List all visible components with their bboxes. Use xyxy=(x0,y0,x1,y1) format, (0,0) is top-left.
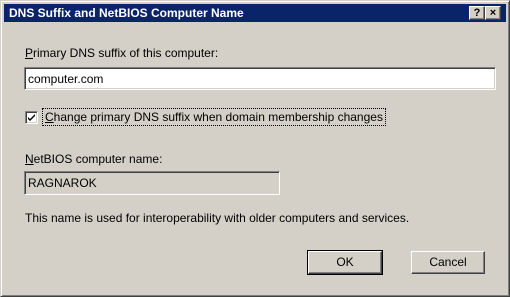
close-button[interactable]: × xyxy=(485,6,501,20)
title-bar[interactable]: DNS Suffix and NetBIOS Computer Name ? × xyxy=(4,4,506,22)
netbios-label-text: etBIOS computer name: xyxy=(33,152,163,166)
dns-suffix-label: Primary DNS suffix of this computer: xyxy=(25,46,218,60)
netbios-label: NetBIOS computer name: xyxy=(25,152,162,166)
help-button[interactable]: ? xyxy=(469,6,485,20)
dns-suffix-label-text: rimary DNS suffix of this computer: xyxy=(33,46,219,60)
change-suffix-label-text: hange primary DNS suffix when domain mem… xyxy=(53,110,383,124)
dns-suffix-label-mnemonic: P xyxy=(25,46,34,60)
dns-suffix-dialog: DNS Suffix and NetBIOS Computer Name ? ×… xyxy=(0,0,510,297)
netbios-label-mnemonic: N xyxy=(25,152,34,166)
dialog-title: DNS Suffix and NetBIOS Computer Name xyxy=(9,6,244,20)
change-suffix-label[interactable]: Change primary DNS suffix when domain me… xyxy=(42,108,386,126)
change-suffix-checkbox[interactable] xyxy=(25,111,38,124)
checkmark-icon xyxy=(28,114,35,121)
ok-button[interactable]: OK xyxy=(307,250,383,275)
cancel-button[interactable]: Cancel xyxy=(411,251,485,274)
info-text: This name is used for interoperability w… xyxy=(25,211,410,225)
dns-suffix-input[interactable]: computer.com xyxy=(24,67,496,90)
netbios-name-field: RAGNAROK xyxy=(24,171,280,195)
change-suffix-label-mnemonic: C xyxy=(45,110,54,124)
